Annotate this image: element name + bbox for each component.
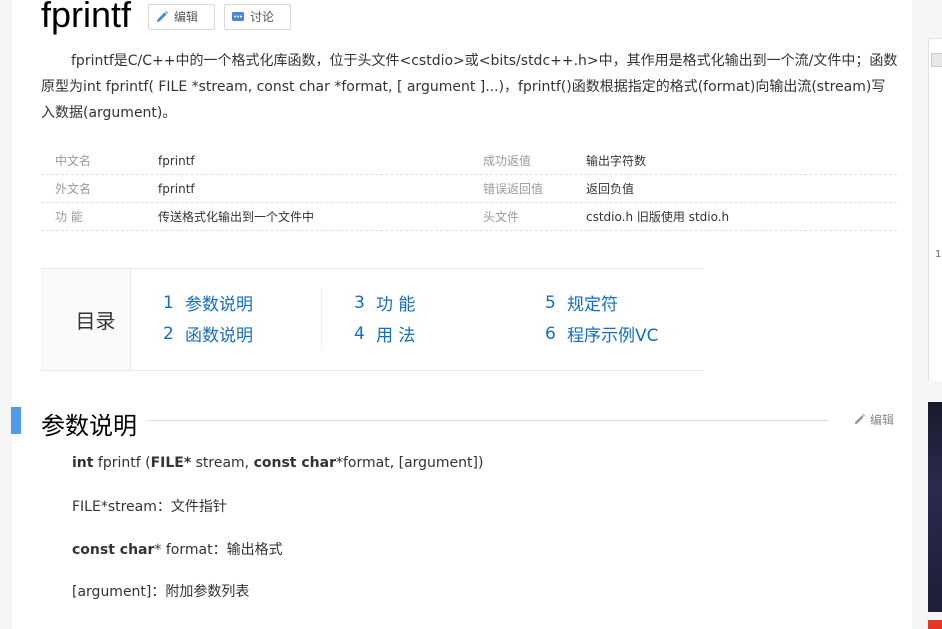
code-text: *format, [argument])	[336, 455, 484, 471]
side-panel-marker	[931, 53, 942, 67]
keyword: FILE*	[150, 455, 192, 471]
side-panel-number: 1	[935, 249, 942, 260]
param-format: const char* format：输出格式	[72, 539, 283, 559]
param-prototype: int fprintf (FILE* stream, const char*fo…	[72, 455, 483, 471]
info-row: 功 能 传送格式化输出到一个文件中 头文件 cstdio.h 旧版使用 stdi…	[41, 203, 897, 231]
toc-item-number: 2	[163, 323, 174, 344]
toc-item-number: 6	[545, 323, 556, 344]
info-row: 中文名 fprintf 成功返值 输出字符数	[41, 147, 897, 175]
toc-item-number: 4	[354, 323, 365, 344]
toc-item-label: 参数说明	[185, 295, 253, 315]
toc-column: 3 功 能 4 用 法	[354, 287, 514, 349]
section-accent-bar	[11, 407, 21, 434]
toc-content: 1 参数说明 2 函数说明 3 功 能 4 用 法 5 规定符 6 程序示例VC	[132, 269, 704, 370]
code-text: * format：输出格式	[154, 542, 283, 558]
toc-item-label: 规定符	[567, 295, 618, 315]
left-gutter	[0, 0, 12, 629]
section-edit-label: 编辑	[870, 413, 895, 427]
side-advertisement[interactable]	[928, 402, 942, 612]
info-value: 返回负值	[586, 182, 635, 196]
info-value: cstdio.h 旧版使用 stdio.h	[586, 210, 730, 224]
toc-item[interactable]: 3 功 能	[354, 287, 514, 318]
edit-button[interactable]: 编辑	[148, 4, 215, 30]
toc-item-number: 5	[545, 292, 556, 313]
toc-column: 5 规定符 6 程序示例VC	[545, 287, 705, 349]
section-edit-link[interactable]: 编辑	[853, 411, 894, 428]
param-argument: [argument]：附加参数列表	[72, 584, 250, 600]
pencil-icon	[854, 413, 866, 425]
section-divider	[146, 420, 828, 421]
section-title: 参数说明	[41, 412, 137, 440]
toc-item-label: 程序示例VC	[567, 326, 659, 346]
keyword: const char	[253, 455, 336, 471]
toc-item-label: 用 法	[376, 326, 416, 346]
discuss-button-label: 讨论	[250, 10, 275, 24]
table-of-contents: 目录 1 参数说明 2 函数说明 3 功 能 4 用 法 5 规定符 6 程序示…	[41, 268, 704, 371]
info-key: 外文名	[55, 182, 92, 196]
info-row: 外文名 fprintf 错误返回值 返回负值	[41, 175, 897, 203]
info-value: 传送格式化输出到一个文件中	[158, 210, 315, 224]
toc-item-label: 函数说明	[185, 326, 253, 346]
info-value: 输出字符数	[586, 154, 647, 168]
toc-label: 目录	[41, 269, 131, 370]
toc-item-label: 功 能	[376, 295, 416, 315]
keyword: const char	[72, 542, 155, 558]
info-key: 头文件	[483, 210, 520, 224]
right-side-panel: 1	[928, 38, 942, 381]
toc-item-number: 1	[163, 292, 174, 313]
param-stream: FILE*stream：文件指针	[72, 499, 227, 515]
pencil-icon	[157, 11, 168, 22]
basic-info-table: 中文名 fprintf 成功返值 输出字符数 外文名 fprintf 错误返回值…	[41, 147, 897, 231]
info-value: fprintf	[158, 181, 195, 196]
info-value: fprintf	[158, 153, 195, 168]
side-advertisement-footer[interactable]	[928, 620, 942, 629]
toc-item[interactable]: 5 规定符	[545, 287, 705, 318]
info-key: 错误返回值	[483, 182, 544, 196]
info-key: 成功返值	[483, 154, 532, 168]
toc-item[interactable]: 1 参数说明	[163, 287, 323, 318]
toc-divider	[321, 289, 322, 349]
info-key: 中文名	[55, 154, 92, 168]
info-key: 功 能	[55, 210, 83, 224]
code-text: stream,	[191, 455, 254, 471]
toc-item[interactable]: 2 函数说明	[163, 318, 323, 349]
discuss-button[interactable]: 讨论	[224, 4, 291, 30]
toc-item[interactable]: 4 用 法	[354, 318, 514, 349]
page-title: fprintf	[41, 0, 132, 35]
page: 1 fprintf 编辑 讨论 fprintf是C/C++中的一个格式化库函数，…	[0, 0, 942, 629]
code-text: fprintf (	[93, 455, 151, 471]
comment-icon	[232, 12, 244, 21]
toc-column: 1 参数说明 2 函数说明	[163, 287, 323, 349]
toc-item[interactable]: 6 程序示例VC	[545, 318, 705, 349]
edit-button-label: 编辑	[174, 10, 199, 24]
intro-paragraph: fprintf是C/C++中的一个格式化库函数，位于头文件<cstdio>或<b…	[41, 53, 898, 121]
keyword: int	[72, 455, 94, 471]
toc-item-number: 3	[354, 292, 365, 313]
